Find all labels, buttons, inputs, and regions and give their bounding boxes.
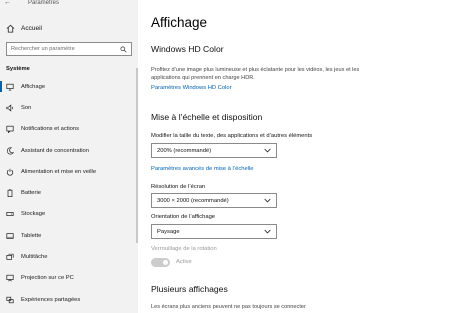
orientation-value: Paysage	[157, 228, 180, 235]
text-size-label: Modifier la taille du texte, des applica…	[151, 133, 313, 139]
power-icon	[6, 168, 14, 176]
sidebar-item-notifications[interactable]: Notifications et actions	[0, 119, 138, 140]
notifications-icon	[6, 125, 14, 134]
hdr-description: Profitez d’une image plus lumineuse et p…	[151, 67, 360, 81]
sidebar-item-alimentation[interactable]: Alimentation et mise en veille	[0, 161, 138, 182]
window-title: Paramètres	[28, 0, 60, 6]
multitask-icon	[6, 253, 14, 261]
sidebar-item-tablette[interactable]: Tablette	[0, 225, 138, 246]
resolution-label: Résolution de l’écran	[151, 184, 206, 190]
rotation-lock-state: Active	[176, 259, 192, 265]
shared-icon	[6, 296, 14, 304]
section-heading: Système	[6, 66, 30, 72]
sidebar: ← Paramètres Accueil Rechercher un param…	[0, 0, 138, 313]
sidebar-item-stockage[interactable]: Stockage	[0, 204, 138, 225]
sidebar-item-batterie[interactable]: Batterie	[0, 182, 138, 203]
main-content: Affichage Windows HD Color Profitez d’un…	[138, 0, 474, 313]
search-placeholder: Rechercher un paramètre	[11, 46, 75, 52]
sidebar-item-label: Affichage	[21, 83, 46, 90]
tablet-icon	[6, 232, 14, 240]
search-icon[interactable]	[120, 40, 127, 58]
home-icon	[6, 24, 15, 33]
multiple-displays-description: Les écrans plus anciens peuvent ne pas t…	[151, 304, 306, 310]
advanced-scaling-link[interactable]: Paramètres avancés de mise à l’échelle	[151, 166, 253, 172]
scale-heading: Mise à l’échelle et disposition	[151, 112, 263, 122]
text-size-dropdown[interactable]: 200% (recommandé)	[151, 143, 277, 158]
orientation-dropdown[interactable]: Paysage	[151, 224, 277, 239]
sidebar-item-home[interactable]: Accueil	[0, 18, 138, 38]
battery-icon	[6, 189, 14, 198]
speaker-icon	[6, 104, 14, 112]
sidebar-item-multitache[interactable]: Multitâche	[0, 246, 138, 267]
chevron-down-icon	[263, 197, 271, 205]
multiple-displays-heading: Plusieurs affichages	[151, 284, 228, 294]
text-size-value: 200% (recommandé)	[157, 147, 212, 154]
page-title: Affichage	[151, 15, 208, 30]
chevron-down-icon	[263, 228, 271, 236]
search-input[interactable]: Rechercher un paramètre	[6, 42, 132, 56]
toggle-knob	[163, 260, 168, 265]
orientation-label: Orientation de l’affichage	[151, 214, 216, 220]
sidebar-item-son[interactable]: Son	[0, 97, 138, 118]
sidebar-item-label: Batterie	[21, 190, 41, 197]
sidebar-item-label: Tablette	[21, 232, 42, 239]
sidebar-item-label: Stockage	[21, 211, 46, 218]
title-bar: ← Paramètres	[0, 0, 138, 12]
back-arrow-icon[interactable]: ←	[4, 0, 11, 6]
chevron-down-icon	[263, 147, 271, 155]
sidebar-item-label: Son	[21, 104, 32, 111]
sidebar-item-label: Expériences partagées	[21, 296, 81, 303]
sidebar-item-label: Projection sur ce PC	[21, 275, 74, 282]
sidebar-item-concentration[interactable]: Assistant de concentration	[0, 140, 138, 161]
resolution-dropdown[interactable]: 3000 × 2000 (recommandé)	[151, 193, 277, 208]
sidebar-item-experiences[interactable]: Expériences partagées	[0, 289, 138, 310]
hdr-heading: Windows HD Color	[151, 44, 224, 54]
monitor-icon	[6, 83, 14, 91]
rotation-lock-label: Verrouillage de la rotation	[151, 246, 217, 252]
projection-icon	[6, 274, 14, 282]
resolution-value: 3000 × 2000 (recommandé)	[157, 197, 229, 204]
storage-icon	[6, 210, 14, 218]
home-label: Accueil	[21, 24, 42, 32]
sidebar-item-label: Assistant de concentration	[21, 147, 89, 154]
sidebar-item-label: Notifications et actions	[21, 126, 79, 133]
hdr-settings-link[interactable]: Paramètres Windows HD Color	[151, 85, 232, 91]
sidebar-item-label: Multitâche	[21, 254, 48, 261]
sidebar-item-label: Alimentation et mise en veille	[21, 168, 97, 175]
rotation-lock-toggle[interactable]	[151, 258, 170, 267]
moon-icon	[6, 146, 14, 155]
sidebar-item-affichage[interactable]: Affichage	[0, 76, 138, 97]
sidebar-item-projection[interactable]: Projection sur ce PC	[0, 268, 138, 289]
